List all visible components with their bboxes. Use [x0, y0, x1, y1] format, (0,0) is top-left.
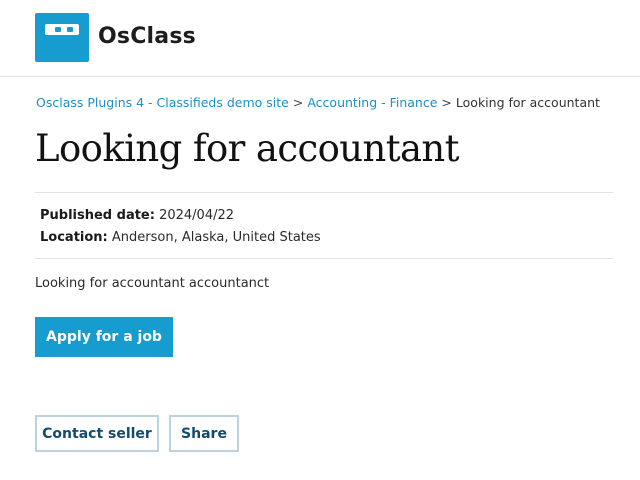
breadcrumb: Osclass Plugins 4 - Classifieds demo sit… [36, 95, 600, 110]
breadcrumb-separator: > [441, 95, 452, 110]
title-divider [35, 192, 613, 193]
site-header: OsClass [0, 0, 640, 77]
published-date-row: Published date: 2024/04/22 [40, 208, 234, 223]
brand-name[interactable]: OsClass [98, 24, 196, 49]
meta-divider [35, 258, 613, 259]
breadcrumb-category-link[interactable]: Accounting - Finance [307, 95, 437, 110]
location-label: Location: [40, 230, 108, 245]
page-title: Looking for accountant [35, 127, 460, 170]
published-date-label: Published date: [40, 208, 155, 223]
breadcrumb-separator: > [292, 95, 304, 110]
breadcrumb-current: Looking for accountant [455, 95, 600, 110]
header-divider [0, 76, 640, 77]
share-button[interactable]: Share [169, 415, 239, 452]
breadcrumb-home-link[interactable]: Osclass Plugins 4 - Classifieds demo sit… [36, 95, 289, 110]
logo-bar [45, 24, 79, 35]
osclass-logo-icon[interactable] [35, 13, 89, 62]
published-date-value: 2024/04/22 [159, 208, 235, 223]
contact-seller-button[interactable]: Contact seller [35, 415, 159, 452]
logo-eye-right [67, 27, 73, 32]
apply-for-job-button[interactable]: Apply for a job [35, 317, 173, 357]
location-row: Location: Anderson, Alaska, United State… [40, 230, 321, 245]
listing-description: Looking for accountant accountanct [35, 276, 270, 291]
logo-eye-left [55, 27, 61, 32]
location-value: Anderson, Alaska, United States [111, 230, 321, 245]
